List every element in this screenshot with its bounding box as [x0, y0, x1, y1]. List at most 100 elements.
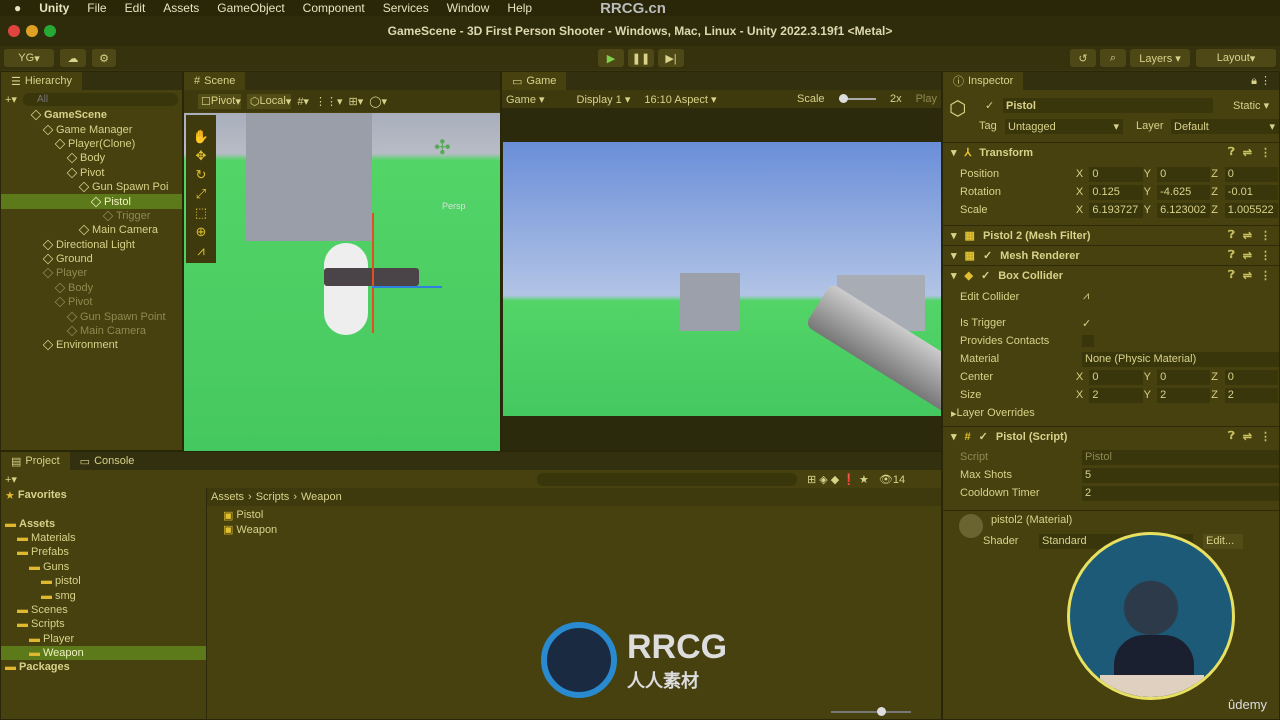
x-field[interactable]: 0.125	[1089, 184, 1143, 200]
preset-icon[interactable]: ⇌	[1243, 229, 1252, 242]
hierarchy-item[interactable]: Body	[1, 151, 182, 165]
play-focused-dropdown[interactable]: Play	[916, 93, 937, 105]
file-item[interactable]: ▣ Weapon	[223, 522, 277, 537]
project-folder[interactable]: ▬ Prefabs	[1, 545, 206, 559]
x-field[interactable]: 2	[1089, 387, 1143, 403]
tab-console[interactable]: ▭ Console	[70, 452, 145, 470]
foldout-icon[interactable]: ▾	[951, 146, 957, 159]
component-header[interactable]: ▾ ⅄ Transform ❓︎ ⇌ ⋮	[943, 142, 1279, 162]
rect-tool-icon[interactable]: ⬚	[195, 205, 207, 221]
project-search-input[interactable]	[536, 472, 797, 486]
x-field[interactable]: 0	[1089, 166, 1143, 182]
filter-icons[interactable]: ⊞ ◈ ◆ ❗ ★	[807, 473, 869, 486]
hierarchy-item[interactable]: Main Camera	[1, 324, 182, 338]
hierarchy-item[interactable]: Body	[1, 281, 182, 295]
transform-tool-icon[interactable]: ⊕	[196, 224, 207, 240]
project-folder[interactable]: ▬ Packages	[1, 660, 206, 674]
apple-icon[interactable]: ●	[14, 1, 21, 15]
project-folder[interactable]: ▬ Materials	[1, 531, 206, 545]
tab-scene[interactable]: # Scene	[184, 72, 246, 90]
property-field[interactable]: 5	[1082, 467, 1279, 483]
tab-game[interactable]: ▭ Game	[502, 72, 567, 90]
foldout-icon[interactable]: ▾	[951, 229, 957, 242]
hierarchy-item[interactable]: Main Camera	[1, 223, 182, 237]
custom-tool-icon[interactable]: ⩘	[197, 243, 204, 259]
more-icon[interactable]: ⋮	[1260, 146, 1271, 159]
y-field[interactable]: -4.625	[1157, 184, 1211, 200]
property-field[interactable]: 2	[1082, 485, 1279, 501]
add-icon[interactable]: +▾	[5, 93, 17, 106]
gizmo-z-axis[interactable]	[372, 286, 442, 288]
project-folder[interactable]: ▬ Scripts	[1, 617, 206, 631]
component-header[interactable]: ▾ ▦ Pistol 2 (Mesh Filter) ❓︎ ⇌ ⋮	[943, 225, 1279, 245]
tab-hierarchy[interactable]: ☰ Hierarchy	[1, 72, 82, 90]
project-folder[interactable]: ▬ Player	[1, 632, 206, 646]
file-item[interactable]: ▣ Pistol	[223, 508, 277, 522]
y-field[interactable]: 0	[1157, 166, 1211, 182]
menu-edit[interactable]: Edit	[125, 1, 146, 15]
step-button[interactable]: ▶|	[658, 49, 684, 67]
hierarchy-item[interactable]: Gun Spawn Poi	[1, 180, 182, 194]
provides-contacts-checkbox[interactable]	[1082, 335, 1094, 347]
edit-shader-button[interactable]: Edit...	[1203, 533, 1243, 549]
component-header[interactable]: ▾ ▦ ✓ Mesh Renderer ❓︎ ⇌ ⋮	[943, 245, 1279, 265]
breadcrumb-assets[interactable]: Assets	[211, 491, 244, 503]
help-icon[interactable]: ❓︎	[1228, 269, 1235, 282]
hierarchy-item[interactable]: Player(Clone)	[1, 137, 182, 151]
grid-snap-icon[interactable]: #▾	[297, 95, 309, 108]
icon-size-slider[interactable]	[831, 707, 911, 716]
project-folder[interactable]: ▬ smg	[1, 588, 206, 602]
hierarchy-item[interactable]: Game Manager	[1, 122, 182, 136]
rotate-tool-icon[interactable]: ↻	[196, 167, 207, 183]
scene-viewport[interactable]: ✣ Persp ✋ ✥ ↻ ⤢ ⬚ ⊕ ⩘	[184, 113, 500, 451]
menu-help[interactable]: Help	[507, 1, 532, 15]
tab-project[interactable]: ▤ Project	[1, 452, 70, 470]
display-dropdown[interactable]: Display 1 ▾	[577, 93, 631, 106]
z-field[interactable]: -0.01	[1224, 184, 1278, 200]
breadcrumb-scripts[interactable]: Scripts	[256, 491, 290, 503]
is-trigger-checkbox[interactable]: ✓	[1082, 317, 1091, 330]
project-folder[interactable]: ▬ pistol	[1, 574, 206, 588]
scale-tool-icon[interactable]: ⤢	[196, 186, 206, 202]
hierarchy-item[interactable]: Pivot	[1, 166, 182, 180]
menu-window[interactable]: Window	[447, 1, 490, 15]
enabled-checkbox[interactable]: ✓	[981, 269, 990, 282]
layers-dropdown[interactable]: Layers ▾	[1130, 49, 1190, 67]
breadcrumb-weapon[interactable]: Weapon	[301, 491, 342, 503]
hierarchy-item[interactable]: Pistol	[1, 194, 182, 209]
scale-slider[interactable]	[838, 94, 876, 103]
x-field[interactable]: 0	[1089, 369, 1143, 385]
game-viewport[interactable]	[503, 142, 941, 416]
z-field[interactable]: 0	[1224, 369, 1278, 385]
preset-icon[interactable]: ⇌	[1243, 430, 1252, 443]
hidden-count-badge[interactable]: 👁︎14	[879, 473, 905, 486]
local-dropdown[interactable]: ⬡ Local ▾	[246, 93, 292, 109]
help-icon[interactable]: ❓︎	[1228, 430, 1235, 443]
help-icon[interactable]: ❓︎	[1228, 249, 1235, 262]
menu-gameobject[interactable]: GameObject	[217, 1, 284, 15]
more-icon[interactable]: ⋮	[1260, 229, 1271, 242]
hierarchy-item[interactable]: Gun Spawn Point	[1, 309, 182, 323]
menu-file[interactable]: File	[87, 1, 106, 15]
close-window-button[interactable]	[8, 25, 20, 37]
hierarchy-item[interactable]: Player	[1, 266, 182, 280]
y-field[interactable]: 0	[1157, 369, 1211, 385]
property-field[interactable]: None (Physic Material)	[1082, 351, 1279, 367]
help-icon[interactable]: ❓︎	[1228, 146, 1235, 159]
foldout-icon[interactable]: ▾	[951, 249, 957, 262]
preset-icon[interactable]: ⇌	[1243, 146, 1252, 159]
hierarchy-item[interactable]: Ground	[1, 252, 182, 266]
preset-icon[interactable]: ⇌	[1243, 269, 1252, 282]
project-folder[interactable]: ▬ Guns	[1, 560, 206, 574]
pause-button[interactable]: ❚❚	[628, 49, 654, 67]
preset-icon[interactable]: ⇌	[1243, 249, 1252, 262]
z-field[interactable]: 0	[1224, 166, 1278, 182]
aspect-dropdown[interactable]: 16:10 Aspect ▾	[644, 93, 783, 106]
more-icon[interactable]: ⋮	[1260, 430, 1271, 443]
gizmo-icon[interactable]: ◯▾	[369, 95, 387, 108]
scene-orientation-gizmo[interactable]: ✣	[434, 135, 451, 160]
layer-overrides-foldout[interactable]: ▸ Layer Overrides	[951, 404, 1279, 422]
history-icon[interactable]: ↺	[1070, 49, 1096, 67]
hierarchy-item[interactable]: Directional Light	[1, 238, 182, 252]
hierarchy-item[interactable]: Environment	[1, 338, 182, 352]
